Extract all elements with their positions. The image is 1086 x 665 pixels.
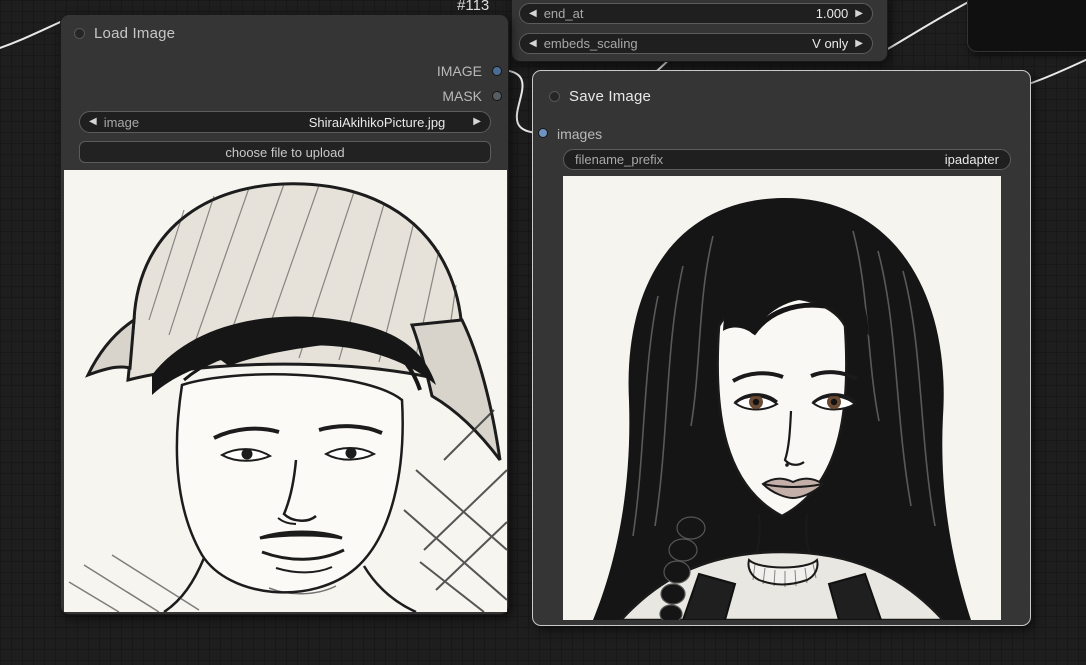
images-input-dot[interactable] (538, 128, 548, 138)
node-save-image[interactable]: Save Image images filename_prefix ipadap… (532, 70, 1031, 626)
widget-name: image (103, 114, 140, 130)
node-load-image[interactable]: Load Image IMAGE MASK ◀ image ShiraiAkih… (60, 14, 509, 615)
node-editor-canvas[interactable]: ◀ end_at 1.000 ▶ ◀ embeds_scaling V only… (0, 0, 1086, 665)
partial-node-top-right[interactable] (967, 0, 1086, 52)
widget-value: ipadapter (944, 152, 999, 167)
end-at-widget[interactable]: ◀ end_at 1.000 ▶ (519, 3, 873, 24)
save-image-preview (563, 176, 1001, 620)
prev-option-arrow-icon[interactable]: ◀ (529, 38, 537, 49)
collapse-dot-icon[interactable] (74, 28, 85, 39)
widget-name: end_at (543, 6, 584, 21)
image-output-dot[interactable] (492, 66, 502, 76)
next-option-arrow-icon[interactable]: ▶ (855, 38, 863, 49)
man-sketch-image (64, 170, 507, 612)
next-image-arrow-icon[interactable]: ▶ (473, 117, 481, 127)
collapse-dot-icon[interactable] (549, 91, 560, 102)
node-title: Load Image (94, 25, 176, 42)
widget-value: 1.000 (815, 6, 849, 21)
widget-value: ShiraiAkihikoPicture.jpg (308, 114, 446, 130)
mask-output-label: MASK (442, 88, 482, 104)
mask-output-dot[interactable] (492, 91, 502, 101)
woman-sketch-image (563, 176, 1001, 620)
increment-arrow-icon[interactable]: ▶ (855, 8, 863, 19)
image-output-label: IMAGE (436, 63, 482, 79)
widget-name: filename_prefix (575, 152, 664, 167)
wire (885, 0, 975, 51)
images-input-label: images (557, 126, 603, 142)
image-filename-widget[interactable]: ◀ image ShiraiAkihikoPicture.jpg ▶ (79, 111, 491, 133)
node-title: Save Image (569, 88, 652, 105)
load-image-preview (64, 170, 507, 612)
node-ipadapter-partial[interactable]: ◀ end_at 1.000 ▶ ◀ embeds_scaling V only… (511, 0, 888, 62)
widget-name: embeds_scaling (543, 36, 638, 51)
embeds-scaling-widget[interactable]: ◀ embeds_scaling V only ▶ (519, 33, 873, 54)
choose-file-button[interactable]: choose file to upload (79, 141, 491, 163)
node-order-badge: #113 (457, 0, 490, 14)
filename-prefix-widget[interactable]: filename_prefix ipadapter (563, 149, 1011, 170)
decrement-arrow-icon[interactable]: ◀ (529, 8, 537, 19)
prev-image-arrow-icon[interactable]: ◀ (89, 117, 97, 127)
widget-value: V only (812, 36, 849, 51)
